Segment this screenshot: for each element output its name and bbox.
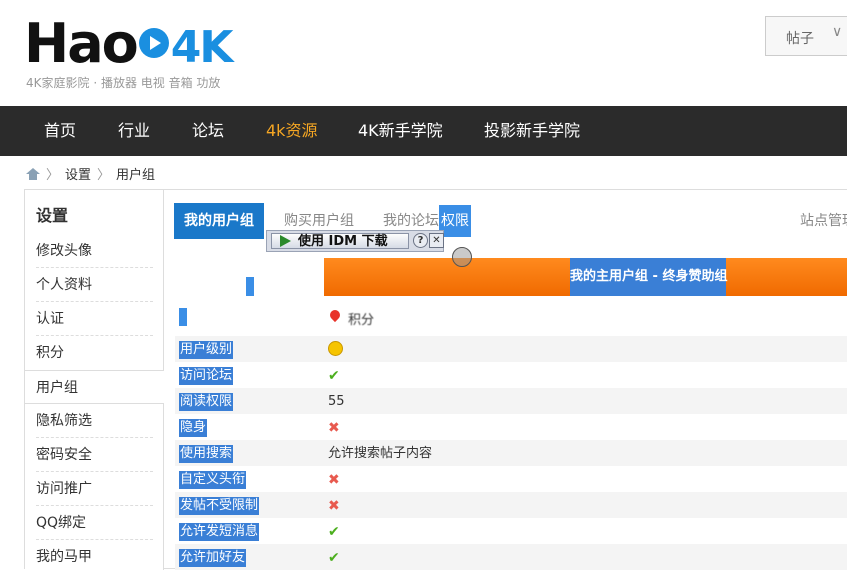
help-icon[interactable]: ?	[413, 233, 428, 248]
search-type-select[interactable]: 帖子 ∨	[765, 16, 847, 56]
breadcrumb-separator: 〉	[97, 168, 111, 183]
perm-label-invisible: 隐身	[179, 419, 208, 437]
breadcrumb-usergroup: 用户组	[116, 168, 156, 183]
sidebar-item-usergroup[interactable]: 用户组	[25, 370, 164, 404]
nav-item-4k-resources[interactable]: 4k资源	[266, 106, 317, 156]
breadcrumb: 〉设置〉用户组	[26, 164, 156, 183]
cross-icon: ✖	[328, 472, 340, 488]
sidebar-item-verification[interactable]: 认证	[25, 302, 163, 336]
sidebar-item-credits[interactable]: 积分	[25, 336, 163, 370]
breadcrumb-settings[interactable]: 设置	[65, 168, 91, 183]
smiley-icon	[328, 341, 343, 356]
nav-item-home[interactable]: 首页	[44, 106, 76, 156]
settings-sidebar: 设置 修改头像 个人资料 认证 积分 用户组 隐私筛选 密码安全 访问推广 QQ…	[25, 190, 164, 570]
nav-item-4k-academy[interactable]: 4K新手学院	[358, 106, 443, 156]
main-group-title: 我的主用户组 - 终身赞助组	[570, 258, 727, 296]
logo-tagline: 4K家庭影院 · 播放器 电视 音箱 功放	[26, 76, 221, 90]
chevron-down-icon: ∨	[832, 24, 843, 40]
perm-label-user-level: 用户级别	[179, 341, 234, 359]
check-icon: ✔	[328, 368, 340, 384]
perm-label-search: 使用搜索	[179, 445, 234, 463]
play-icon	[280, 235, 291, 247]
play-icon	[138, 28, 169, 59]
site-logo[interactable]: Hao 4K 4K家庭影院 · 播放器 电视 音箱 功放	[24, 14, 234, 94]
sidebar-item-qq-binding[interactable]: QQ绑定	[25, 506, 163, 540]
selection-marker	[179, 308, 187, 326]
table-row	[175, 388, 847, 414]
perm-value-read-level: 55	[328, 394, 345, 409]
sidebar-item-my-vest[interactable]: 我的马甲	[25, 540, 163, 574]
sidebar-item-avatar[interactable]: 修改头像	[25, 234, 163, 268]
user-name: 积分	[348, 313, 375, 328]
perm-label-read-level: 阅读权限	[179, 393, 234, 411]
sidebar-item-password[interactable]: 密码安全	[25, 438, 163, 472]
search-type-label: 帖子	[786, 31, 814, 47]
perm-label-post-unlimited: 发帖不受限制	[179, 497, 260, 515]
selection-marker	[246, 277, 254, 296]
perm-label-add-friend: 允许加好友	[179, 549, 247, 567]
perm-label-send-message: 允许发短消息	[179, 523, 260, 541]
table-row	[175, 544, 847, 570]
nav-item-forum[interactable]: 论坛	[192, 106, 224, 156]
check-icon: ✔	[328, 550, 340, 566]
close-icon[interactable]: ✕	[429, 233, 444, 248]
main-nav: 首页 行业 论坛 4k资源 4K新手学院 投影新手学院	[0, 106, 847, 156]
cross-icon: ✖	[328, 420, 340, 436]
sidebar-item-privacy[interactable]: 隐私筛选	[25, 404, 163, 438]
sidebar-title: 设置	[36, 206, 69, 225]
idm-download-bar: 使用 IDM 下载 ? ✕	[266, 230, 444, 252]
table-row	[175, 336, 847, 362]
cross-icon: ✖	[328, 498, 340, 514]
sidebar-item-label: 访问推广	[36, 481, 92, 497]
table-row	[175, 492, 847, 518]
sidebar-item-profile[interactable]: 个人资料	[25, 268, 163, 302]
nav-item-projector-academy[interactable]: 投影新手学院	[484, 106, 580, 156]
tab-label: 我的论坛	[383, 213, 439, 229]
perm-value-search: 允许搜索帖子内容	[328, 446, 433, 461]
table-row	[175, 440, 847, 466]
sidebar-item-label: 隐私筛选	[36, 413, 92, 429]
perm-label-visit-forum: 访问论坛	[179, 367, 234, 385]
check-icon: ✔	[328, 524, 340, 540]
perm-label-custom-title: 自定义头衔	[179, 471, 247, 489]
breadcrumb-separator: 〉	[46, 168, 60, 183]
sidebar-item-promotion[interactable]: 访问推广	[25, 472, 163, 506]
idm-button-label: 使用 IDM 下载	[298, 234, 388, 249]
sidebar-item-label: 个人资料	[36, 277, 92, 293]
nav-item-industry[interactable]: 行业	[118, 106, 150, 156]
home-icon[interactable]	[26, 168, 40, 180]
sidebar-item-label: QQ绑定	[36, 515, 87, 531]
sidebar-item-label: 密码安全	[36, 447, 92, 463]
tab-my-usergroups[interactable]: 我的用户组	[174, 203, 264, 239]
sidebar-item-label: 积分	[36, 345, 64, 361]
sidebar-item-label: 修改头像	[36, 243, 92, 259]
tab-site-admin[interactable]: 站点管理	[800, 203, 847, 239]
sidebar-item-label: 用户组	[36, 380, 78, 396]
logo-wordmark: Hao 4K	[24, 12, 233, 75]
sidebar-item-label: 认证	[36, 311, 64, 327]
mouse-cursor	[452, 247, 472, 267]
idm-download-button[interactable]: 使用 IDM 下载	[271, 233, 409, 249]
